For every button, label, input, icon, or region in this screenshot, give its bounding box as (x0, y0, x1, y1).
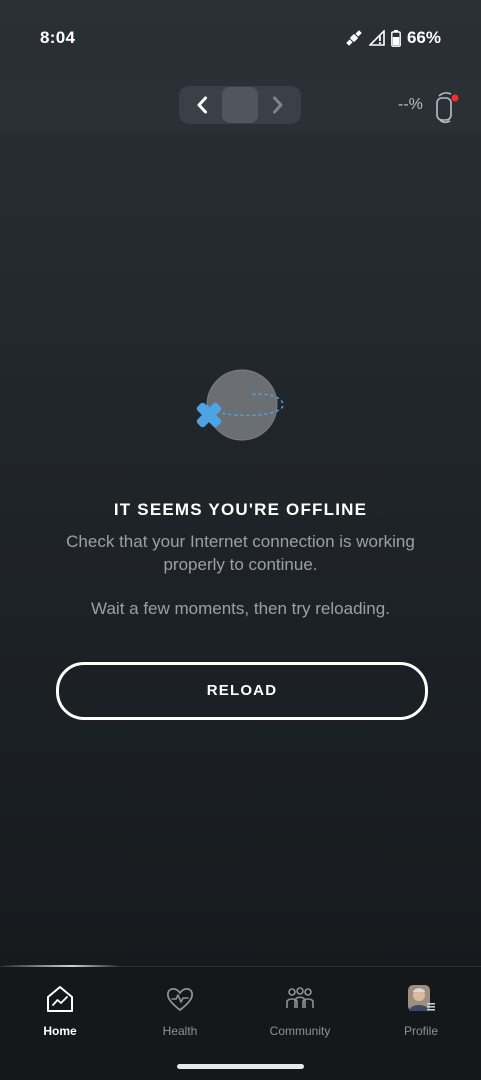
pager-current[interactable] (222, 87, 258, 123)
offline-description: Check that your Internet connection is w… (66, 532, 415, 574)
date-pager (179, 86, 301, 124)
nav-item-health[interactable]: Health (120, 984, 240, 1044)
nav-label-community: Community (269, 1024, 331, 1038)
battery-icon (391, 29, 401, 47)
offline-title: IT SEEMS YOU'RE OFFLINE (113, 500, 368, 519)
nav-item-home[interactable]: Home (0, 984, 120, 1044)
home-indicator (177, 1064, 304, 1069)
offline-hint: Wait a few moments, then try reloading. (91, 599, 390, 618)
satellite-icon (346, 30, 362, 46)
avatar (408, 985, 435, 1011)
device-battery-text: --% (398, 96, 423, 113)
nav-item-community[interactable]: Community (240, 984, 360, 1044)
fitness-tracker-icon[interactable] (433, 90, 461, 124)
nav-item-profile[interactable]: Profile (361, 984, 481, 1044)
nav-label-profile: Profile (403, 1024, 438, 1038)
reload-label: RELOAD (206, 682, 278, 699)
heart-pulse-icon (166, 987, 194, 1011)
nav-label-home: Home (43, 1024, 77, 1038)
nav-label-health: Health (162, 1024, 198, 1038)
offline-globe-icon (196, 369, 284, 441)
status-icons: 66% (345, 28, 441, 48)
bottom-nav: Home Health Community Profile (0, 965, 481, 1080)
reload-button[interactable]: RELOAD (56, 662, 428, 720)
signal-icon (368, 30, 385, 46)
nav-active-indicator (0, 965, 120, 967)
status-bar: 8:04 66% (0, 0, 481, 80)
chevron-left-icon[interactable] (191, 93, 215, 117)
status-battery-text: 66% (406, 28, 441, 47)
status-time: 8:04 (40, 28, 76, 47)
home-icon (47, 986, 73, 1012)
community-icon (286, 987, 314, 1008)
chevron-right-icon[interactable] (265, 93, 289, 117)
